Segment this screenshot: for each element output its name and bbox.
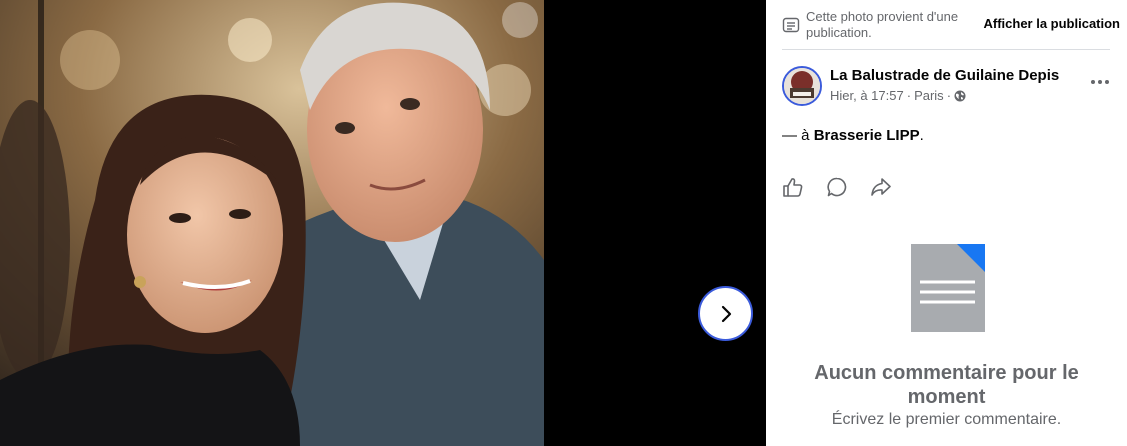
post-location: Paris bbox=[914, 88, 944, 103]
photo-viewer bbox=[0, 0, 766, 446]
avatar[interactable] bbox=[782, 66, 822, 106]
post-icon bbox=[782, 17, 800, 33]
post-meta: Hier, à 17:57 · Paris · bbox=[830, 88, 966, 103]
next-photo-button[interactable] bbox=[698, 286, 753, 341]
place-link[interactable]: Brasserie LIPP bbox=[814, 127, 920, 144]
empty-comments-title: Aucun commentaire pour le moment bbox=[814, 362, 1079, 408]
photo-origin-bar: Cette photo provient d'une publication. … bbox=[782, 0, 1120, 50]
post-panel: Cette photo provient d'une publication. … bbox=[766, 0, 1127, 446]
comment-button[interactable] bbox=[826, 176, 848, 198]
more-options-button[interactable] bbox=[1088, 72, 1112, 92]
separator: · bbox=[906, 88, 912, 103]
view-post-link[interactable]: Afficher la publication bbox=[983, 16, 1120, 31]
globe-icon bbox=[954, 90, 966, 101]
post-photo[interactable] bbox=[0, 0, 544, 446]
photo-origin-text: Cette photo provient d'une publication. bbox=[806, 9, 959, 40]
like-icon bbox=[783, 178, 803, 197]
document-icon bbox=[911, 244, 985, 332]
empty-comments-subtitle: Écrivez le premier commentaire. bbox=[831, 411, 1062, 428]
separator: · bbox=[946, 88, 952, 103]
chevron-right-icon bbox=[721, 305, 731, 322]
like-button[interactable] bbox=[782, 176, 804, 198]
share-icon bbox=[871, 178, 891, 196]
post-author[interactable]: La Balustrade de Guilaine Depis bbox=[830, 67, 1059, 84]
post-header: La Balustrade de Guilaine Depis Hier, à … bbox=[782, 64, 1112, 108]
post-text-prefix: — à bbox=[782, 127, 810, 144]
post-text: — à Brasserie LIPP. bbox=[782, 127, 924, 144]
post-text-suffix: . bbox=[919, 127, 924, 144]
comment-icon bbox=[827, 177, 847, 197]
post-time[interactable]: Hier, à 17:57 bbox=[830, 88, 904, 103]
share-button[interactable] bbox=[870, 176, 892, 198]
more-icon bbox=[1091, 80, 1109, 84]
